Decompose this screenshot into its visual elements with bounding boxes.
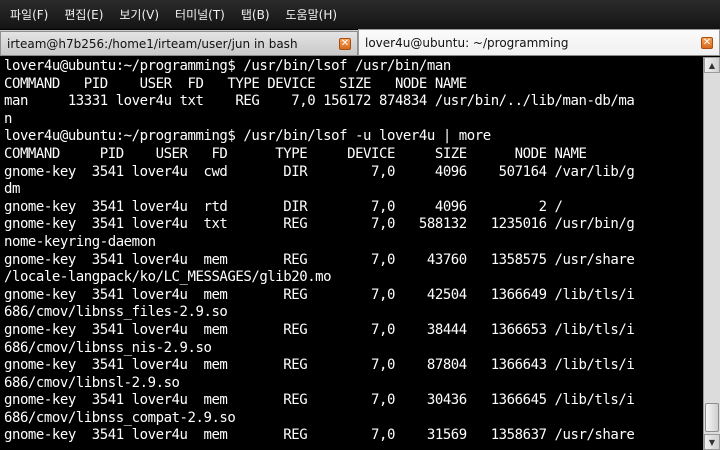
terminal-line: gnome-key 3541 lover4u mem REG 7,0 30436… [4, 392, 635, 409]
terminal-line: gnome-key 3541 lover4u mem REG 7,0 42504… [4, 286, 635, 303]
terminal-line: 686/cmov/libnss_nis-2.9.so [4, 339, 212, 356]
arrow-down-icon[interactable]: ▼ [704, 434, 720, 450]
close-icon[interactable]: ✕ [701, 36, 713, 49]
tab-programming[interactable]: lover4u@ubuntu: ~/programming ✕ [358, 29, 720, 55]
menu-edit[interactable]: 편집(E) [56, 0, 111, 30]
terminal-line: gnome-key 3541 lover4u rtd DIR 7,0 4096 … [4, 198, 563, 215]
scrollbar-thumb[interactable] [705, 403, 719, 432]
terminal-line: 686/cmov/libnss_compat-2.9.so [4, 409, 236, 426]
menu-view[interactable]: 보기(V) [111, 0, 167, 30]
terminal-line: 686/cmov/libnss_files-2.9.so [4, 304, 228, 321]
terminal-line: COMMAND PID USER FD TYPE DEVICE SIZE NOD… [4, 75, 467, 92]
menu-terminal[interactable]: 터미널(T) [167, 0, 233, 30]
terminal-line: man 13331 lover4u txt REG 7,0 156172 874… [4, 93, 635, 110]
terminal-line: gnome-key 3541 lover4u txt REG 7,0 58813… [4, 216, 635, 233]
terminal-line: lover4u@ubuntu:~/programming$ /usr/bin/l… [4, 128, 491, 145]
menubar: 파일(F) 편집(E) 보기(V) 터미널(T) 탭(B) 도움말(H) [0, 0, 720, 30]
terminal-line: COMMAND PID USER FD TYPE DEVICE SIZE NOD… [4, 145, 587, 162]
terminal-line: gnome-key 3541 lover4u cwd DIR 7,0 4096 … [4, 163, 635, 180]
tab-title: irteam@h7b256:/home1/irteam/user/jun in … [7, 36, 298, 51]
close-icon[interactable]: ✕ [339, 37, 351, 50]
terminal-line: /locale-langpack/ko/LC_MESSAGES/glib20.m… [4, 269, 332, 286]
menu-help[interactable]: 도움말(H) [278, 0, 346, 30]
terminal-line: 686/cmov/libnsl-2.9.so [4, 374, 180, 391]
terminal-line: n [4, 110, 12, 127]
tab-bar: irteam@h7b256:/home1/irteam/user/jun in … [0, 29, 720, 56]
terminal-output[interactable]: lover4u@ubuntu:~/programming$ /usr/bin/l… [0, 57, 703, 450]
menu-tabs[interactable]: 탭(B) [233, 0, 278, 30]
arrow-up-icon[interactable]: ▲ [704, 57, 720, 73]
tab-title: lover4u@ubuntu: ~/programming [365, 35, 569, 50]
vertical-scrollbar[interactable]: ▲ ▼ [703, 57, 720, 450]
terminal-line: gnome-key 3541 lover4u mem REG 7,0 87804… [4, 357, 635, 374]
menu-file[interactable]: 파일(F) [2, 0, 56, 30]
terminal-line: dm [4, 181, 20, 198]
tab-irteam-bash[interactable]: irteam@h7b256:/home1/irteam/user/jun in … [0, 31, 358, 55]
terminal-line: gnome-key 3541 lover4u mem REG 7,0 43760… [4, 251, 635, 268]
terminal-line: lover4u@ubuntu:~/programming$ /usr/bin/l… [4, 58, 451, 74]
terminal-line: gnome-key 3541 lover4u mem REG 7,0 31569… [4, 427, 635, 444]
terminal-line: nome-keyring-daemon [4, 233, 156, 250]
terminal-line: gnome-key 3541 lover4u mem REG 7,0 38444… [4, 321, 635, 338]
